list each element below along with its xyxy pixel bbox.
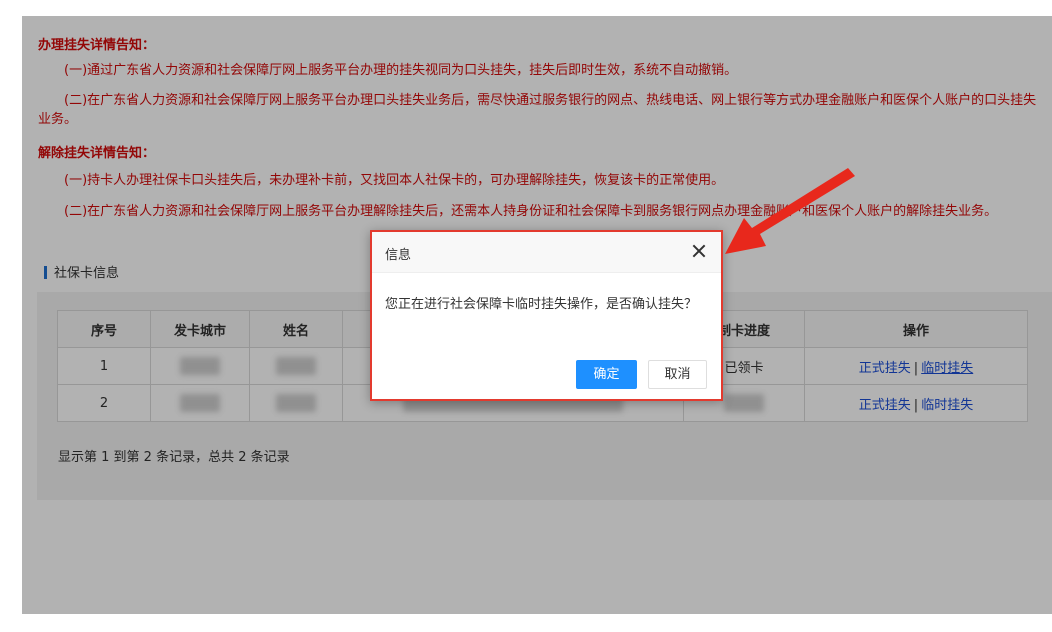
confirm-dialog: 信息 您正在进行社会保障卡临时挂失操作，是否确认挂失？ 确定 取消 bbox=[370, 230, 723, 401]
red-arrow-icon bbox=[725, 168, 855, 254]
dialog-header: 信息 bbox=[372, 232, 721, 273]
dialog-title: 信息 bbox=[385, 248, 412, 263]
dialog-message: 您正在进行社会保障卡临时挂失操作，是否确认挂失？ bbox=[385, 297, 698, 312]
cancel-button[interactable]: 取消 bbox=[648, 360, 707, 389]
confirm-button[interactable]: 确定 bbox=[576, 360, 637, 389]
close-icon[interactable] bbox=[689, 241, 709, 261]
